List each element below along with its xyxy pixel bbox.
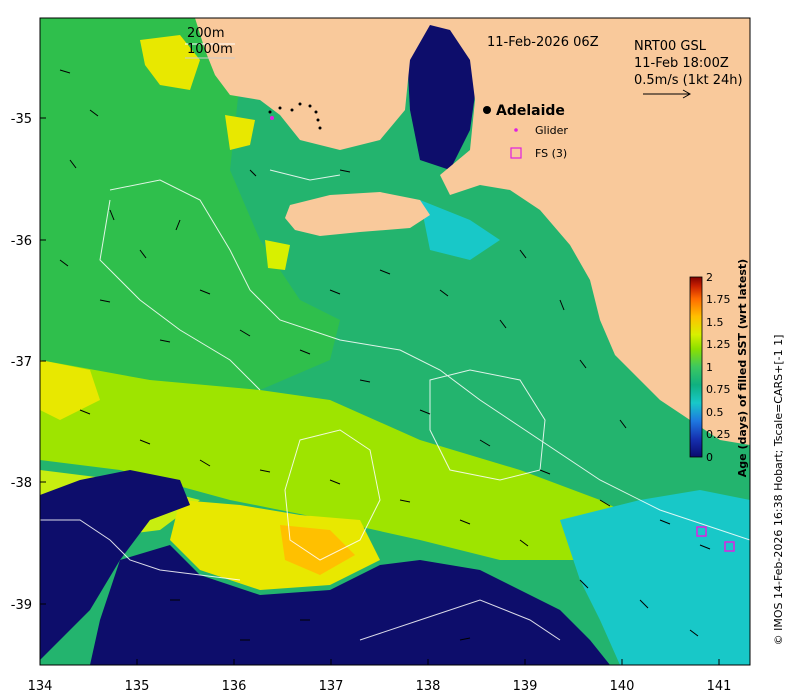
y-tick-label: -35 [11, 112, 32, 127]
x-tick-label: 138 [416, 679, 441, 694]
product-time: 11-Feb 18:00Z [634, 56, 729, 71]
x-tick-label: 137 [319, 679, 344, 694]
glider-legend-label: Glider [535, 124, 568, 137]
colorbar [689, 276, 703, 458]
x-tick-label: 140 [610, 679, 635, 694]
product-name: NRT00 GSL [634, 39, 707, 54]
contour-label-1000m: 1000m [187, 42, 233, 57]
glider-legend-icon [514, 128, 518, 132]
x-tick-label: 135 [125, 679, 150, 694]
y-tick-label: -37 [11, 355, 32, 370]
adelaide-label: Adelaide [496, 103, 565, 119]
y-tick-label: -39 [11, 598, 32, 613]
map-area [40, 18, 750, 665]
colorbar-tick: 0.25 [706, 428, 731, 441]
colorbar-tick: 2 [706, 271, 713, 284]
x-tick-label: 136 [222, 679, 247, 694]
map-date-title: 11-Feb-2026 06Z [487, 35, 599, 50]
colorbar-tick: 1.25 [706, 338, 731, 351]
x-tick-label: 139 [513, 679, 538, 694]
adelaide-marker [483, 106, 491, 114]
colorbar-tick: 0 [706, 451, 713, 464]
colorbar-tick: 1 [706, 361, 713, 374]
y-tick-label: -38 [11, 476, 32, 491]
contour-label-200m: 200m [187, 26, 224, 41]
vector-scale-label: 0.5m/s (1kt 24h) [634, 73, 743, 88]
x-tick-label: 134 [28, 679, 53, 694]
fs-legend-label: FS (3) [535, 147, 567, 160]
colorbar-label: Age (days) of filled SST (wrt latest) [736, 259, 749, 477]
colorbar-tick: 0.75 [706, 383, 731, 396]
sst-age-map: 200m 1000m 11-Feb-2026 06Z NRT00 GSL 11-… [11, 17, 785, 694]
colorbar-tick: 1.75 [706, 293, 731, 306]
y-tick-label: -36 [11, 234, 32, 249]
x-tick-label: 141 [707, 679, 732, 694]
colorbar-tick: 1.5 [706, 316, 724, 329]
glider-position-marker [270, 116, 274, 120]
credit-text: © IMOS 14-Feb-2026 16:38 Hobart; Tscale=… [772, 335, 785, 646]
colorbar-tick: 0.5 [706, 406, 724, 419]
